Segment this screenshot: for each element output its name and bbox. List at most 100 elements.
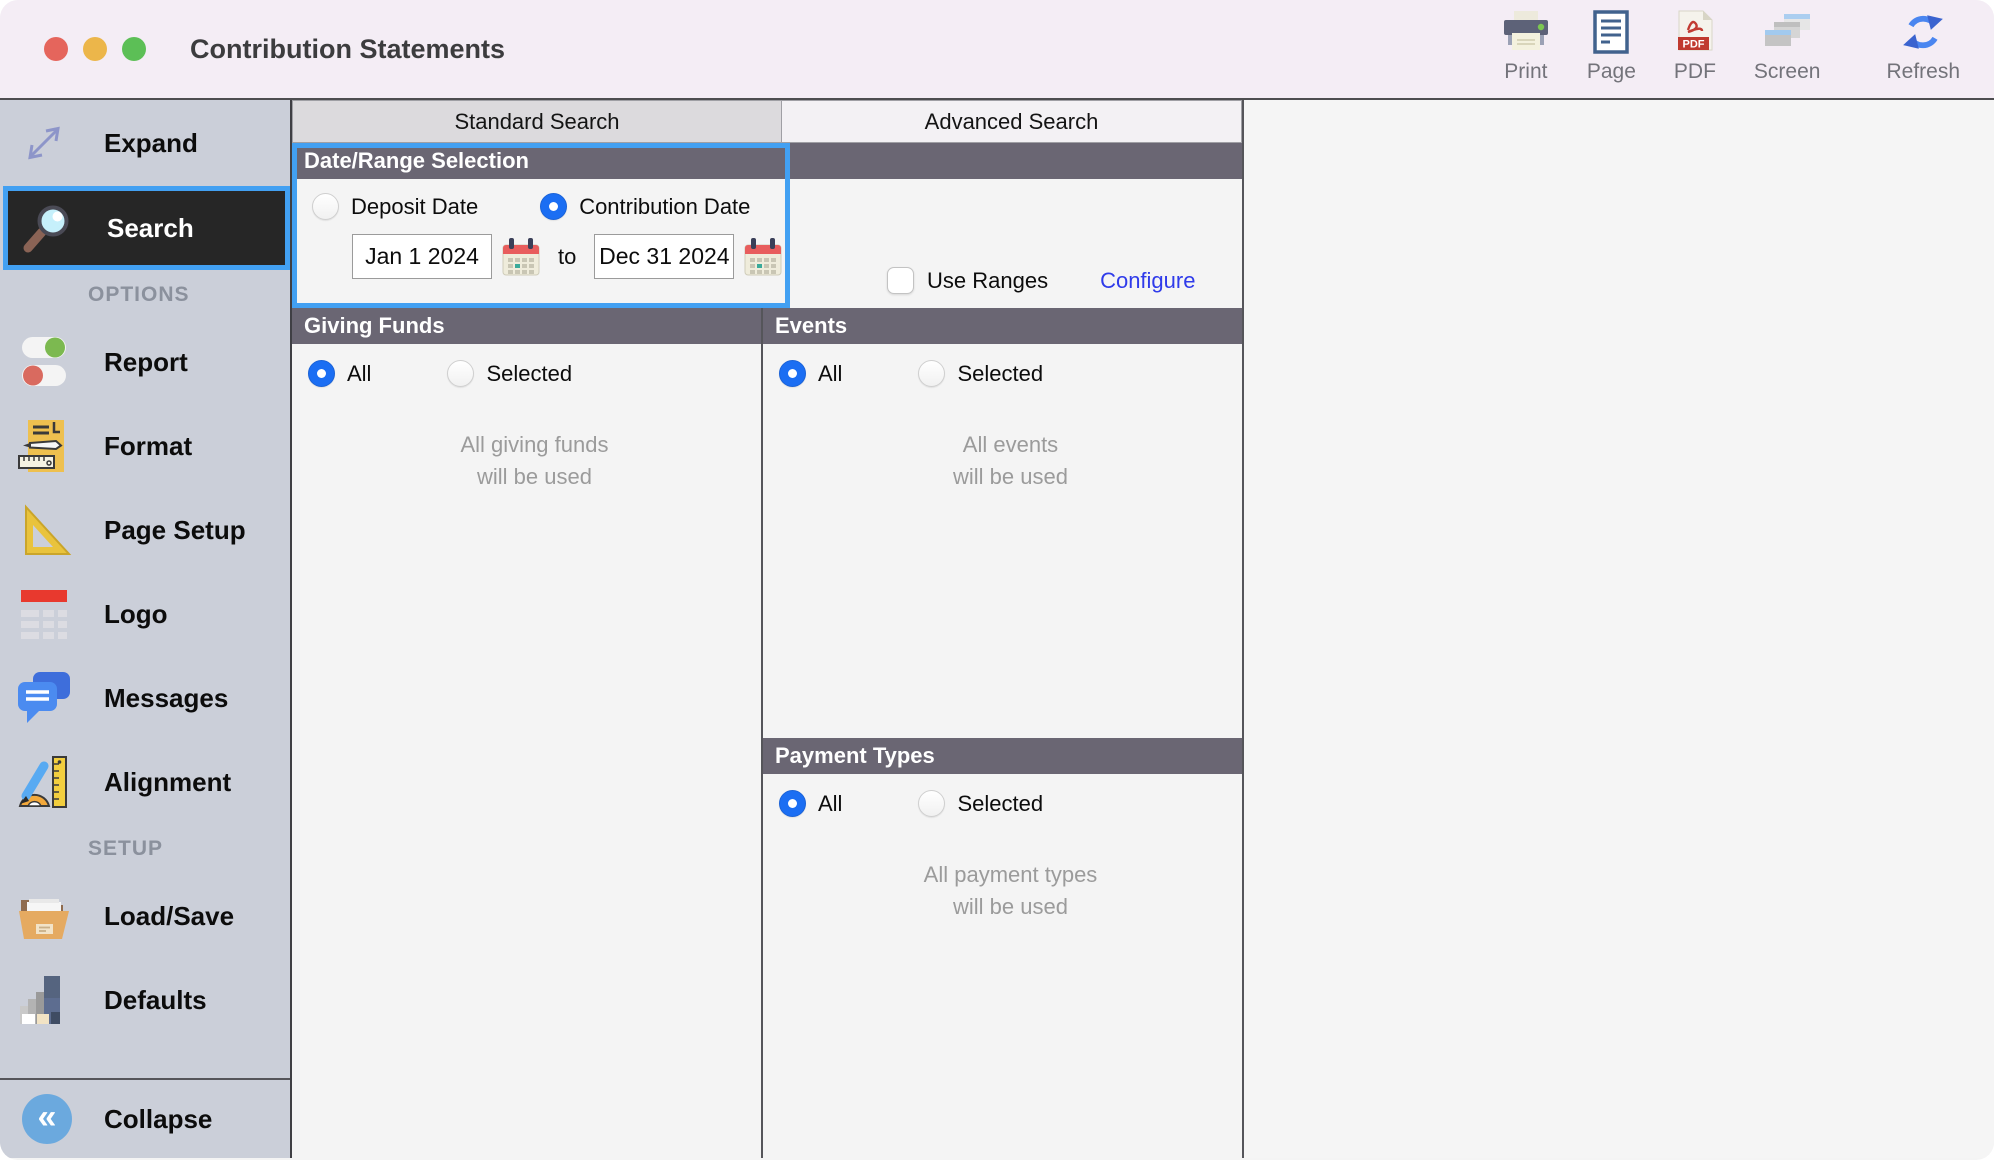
set-square-icon [16, 502, 72, 558]
sidebar-item-label: Collapse [104, 1104, 212, 1135]
screen-button[interactable]: Screen [1754, 9, 1821, 84]
pdf-file-icon: PDF [1676, 9, 1714, 55]
tab-strip: Standard Search Advanced Search [292, 100, 1242, 143]
printer-icon [1503, 9, 1549, 55]
sidebar-item-label: Page Setup [104, 515, 246, 546]
sidebar-item-report[interactable]: Report [0, 320, 290, 404]
print-label: Print [1504, 60, 1547, 84]
toggles-icon [16, 334, 72, 390]
use-ranges-label: Use Ranges [927, 268, 1048, 294]
giving-funds-header: Giving Funds [292, 308, 761, 344]
events-selected-radio[interactable] [918, 360, 945, 387]
sidebar-item-logo[interactable]: Logo [0, 572, 290, 656]
sidebar-item-expand[interactable]: Expand [0, 100, 290, 186]
sidebar-item-search[interactable]: Search [3, 186, 290, 270]
payment-types-helper-text: All payment types will be used [779, 859, 1242, 923]
refresh-label: Refresh [1886, 60, 1960, 84]
sidebar-item-label: Logo [104, 599, 168, 630]
window-title: Contribution Statements [190, 34, 505, 65]
sidebar-item-collapse[interactable]: « Collapse [0, 1080, 290, 1158]
tab-standard-search[interactable]: Standard Search [292, 100, 781, 143]
payment-types-section: Payment Types All Selected [763, 738, 1242, 1158]
sidebar-item-label: Alignment [104, 767, 231, 798]
pdf-button[interactable]: PDF PDF [1674, 9, 1716, 84]
refresh-icon [1900, 9, 1946, 55]
screen-windows-icon [1764, 9, 1810, 55]
chat-bubbles-icon [16, 670, 72, 726]
giving-funds-section: Giving Funds All Selected All giving fun… [292, 308, 763, 1158]
close-window-button[interactable] [44, 37, 68, 61]
search-icon [19, 200, 75, 256]
giving-funds-all-label: All [347, 361, 371, 387]
calendar-icon [744, 237, 782, 277]
giving-funds-helper-text: All giving funds will be used [308, 429, 761, 493]
logo-placeholder-icon [16, 586, 72, 642]
refresh-button[interactable]: Refresh [1886, 9, 1960, 84]
payment-types-selected-radio[interactable] [918, 790, 945, 817]
events-helper-text: All events will be used [779, 429, 1242, 493]
sidebar-item-load-save[interactable]: Load/Save [0, 874, 290, 958]
payment-types-all-radio[interactable] [779, 790, 806, 817]
use-ranges-checkbox[interactable] [887, 267, 914, 294]
pdf-label: PDF [1674, 60, 1716, 84]
sidebar-spacer [0, 1042, 290, 1078]
events-section: Events All Selected All [763, 308, 1242, 738]
sidebar-item-label: Format [104, 431, 192, 462]
traffic-lights [0, 37, 146, 61]
sidebar-item-defaults[interactable]: Defaults [0, 958, 290, 1042]
events-header: Events [763, 308, 1242, 344]
app-window: Contribution Statements Print [0, 0, 1994, 1160]
events-selected-label: Selected [957, 361, 1043, 387]
search-panel: Standard Search Advanced Search Date/Ran… [292, 100, 1244, 1158]
sidebar-item-messages[interactable]: Messages [0, 656, 290, 740]
toolbar: Print Page [1503, 9, 1994, 90]
sidebar-item-label: Search [107, 213, 194, 244]
payment-types-selected-label: Selected [957, 791, 1043, 817]
to-label: to [558, 244, 576, 270]
sidebar-item-label: Load/Save [104, 901, 234, 932]
sidebar: Expand Search OPTIONS [0, 100, 292, 1158]
sidebar-item-label: Defaults [104, 985, 207, 1016]
page-document-icon [1593, 9, 1629, 55]
sidebar-item-alignment[interactable]: Alignment [0, 740, 290, 824]
main-area: Standard Search Advanced Search Date/Ran… [292, 100, 1994, 1158]
calendar-icon [502, 237, 540, 277]
configure-link[interactable]: Configure [1100, 268, 1195, 294]
contribution-date-radio[interactable] [540, 193, 567, 220]
date-range-section: Date/Range Selection Deposit Date Contri… [292, 143, 1242, 308]
deposit-date-radio[interactable] [312, 193, 339, 220]
from-date-calendar-button[interactable] [502, 237, 540, 277]
sidebar-item-label: Expand [104, 128, 198, 159]
zoom-window-button[interactable] [122, 37, 146, 61]
to-date-calendar-button[interactable] [744, 237, 782, 277]
date-range-header: Date/Range Selection [292, 143, 1242, 179]
events-all-radio[interactable] [779, 360, 806, 387]
contribution-date-label: Contribution Date [579, 194, 750, 220]
factory-icon [16, 972, 72, 1028]
titlebar: Contribution Statements Print [0, 0, 1994, 100]
giving-funds-selected-label: Selected [486, 361, 572, 387]
payment-types-all-label: All [818, 791, 842, 817]
svg-text:PDF: PDF [1682, 38, 1704, 50]
print-button[interactable]: Print [1503, 9, 1549, 84]
sidebar-section-setup: SETUP [0, 824, 290, 874]
tab-advanced-search[interactable]: Advanced Search [781, 100, 1242, 143]
content-placeholder [1244, 100, 1994, 1158]
drafting-tools-icon [16, 754, 72, 810]
minimize-window-button[interactable] [83, 37, 107, 61]
expand-arrows-icon [16, 115, 72, 171]
sidebar-item-format[interactable]: Format [0, 404, 290, 488]
page-button[interactable]: Page [1587, 9, 1636, 84]
collapse-chevron-icon: « [22, 1094, 72, 1144]
sidebar-item-label: Messages [104, 683, 228, 714]
to-date-input[interactable]: Dec 31 2024 [594, 234, 734, 279]
sidebar-item-page-setup[interactable]: Page Setup [0, 488, 290, 572]
sidebar-item-label: Report [104, 347, 188, 378]
deposit-date-label: Deposit Date [351, 194, 478, 220]
giving-funds-selected-radio[interactable] [447, 360, 474, 387]
folder-icon [16, 888, 72, 944]
format-document-icon [16, 418, 72, 474]
from-date-input[interactable]: Jan 1 2024 [352, 234, 492, 279]
sidebar-section-options: OPTIONS [0, 270, 290, 320]
giving-funds-all-radio[interactable] [308, 360, 335, 387]
